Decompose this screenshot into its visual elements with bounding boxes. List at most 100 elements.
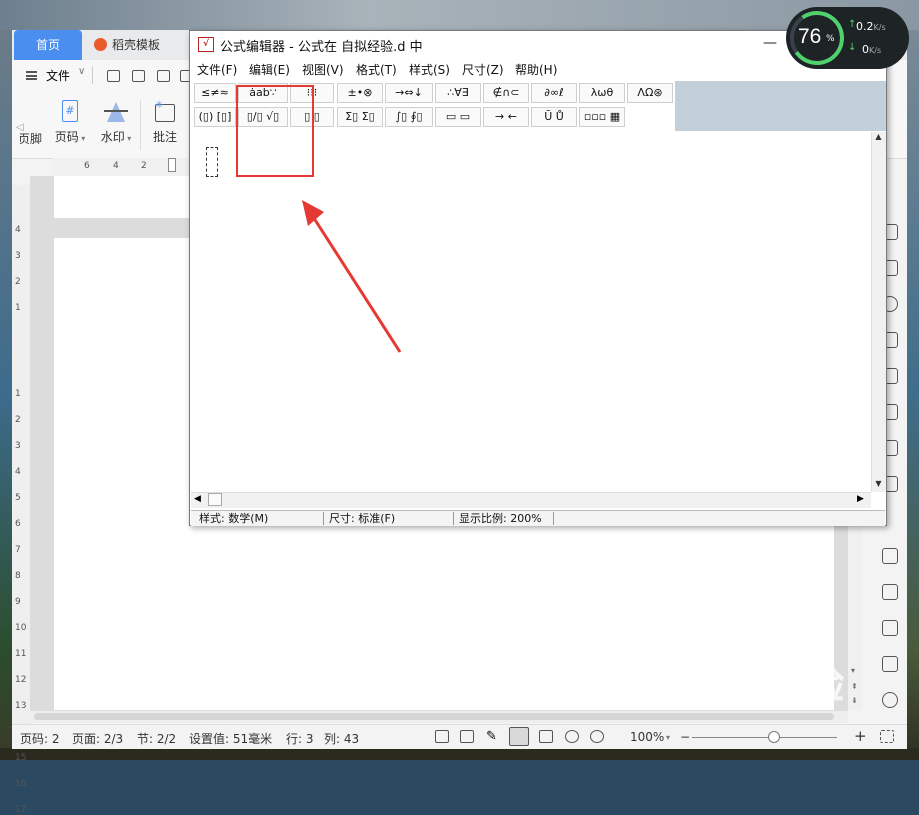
horizontal-scroll-thumb[interactable] <box>34 713 834 720</box>
ribbon-divider <box>140 100 141 150</box>
palette-fences[interactable]: (▯) [▯] <box>194 107 236 127</box>
ruler-tick: 3 <box>15 251 21 261</box>
file-menu[interactable]: 文件 <box>46 67 70 84</box>
ruler-tick: 11 <box>15 649 27 659</box>
scroll-right-icon[interactable]: ▶ <box>857 494 864 504</box>
zoom-dropdown-icon[interactable]: ▾ <box>666 733 670 742</box>
palette-greek-upper[interactable]: ΛΩ⊛ <box>627 83 673 103</box>
ruler-tick: 2 <box>141 161 147 171</box>
palette-summations[interactable]: Σ▯ Σ▯ <box>337 107 383 127</box>
zoom-slider-handle[interactable] <box>768 731 780 743</box>
eq-status-scale: 显示比例: 200% <box>453 512 554 525</box>
desktop-background-left <box>0 30 12 760</box>
ruler-tick: 15 <box>15 753 27 763</box>
eq-menu-file[interactable]: 文件(F) <box>197 61 237 78</box>
eq-menu-format[interactable]: 格式(T) <box>356 61 397 78</box>
palette-products-sets[interactable]: Ū Ů <box>531 107 577 127</box>
equation-input-slot[interactable] <box>206 147 218 177</box>
network-speed-widget[interactable]: 76 % ↑ 0.2K/s ↓ 0K/s <box>785 6 909 70</box>
download-arrow-icon: ↓ <box>848 42 857 53</box>
watermark-icon <box>104 100 128 126</box>
eq-menu-help[interactable]: 帮助(H) <box>515 61 557 78</box>
print-preview-icon[interactable] <box>157 70 170 82</box>
scroll-up-icon[interactable]: ▲ <box>872 132 885 146</box>
palette-arrows[interactable]: →⇔↓ <box>385 83 433 103</box>
zoom-slider[interactable] <box>692 737 837 738</box>
status-pages[interactable]: 页面: 2/3 <box>72 730 123 747</box>
read-mode-icon[interactable] <box>460 730 474 743</box>
palette-misc-symbols[interactable]: ∂∞ℓ <box>531 83 577 103</box>
palette-matrices[interactable]: ▫▫▫ ▦ <box>579 107 625 127</box>
status-section[interactable]: 节: 2/2 <box>137 730 176 747</box>
ruler-tick: 4 <box>113 161 119 171</box>
save-icon[interactable] <box>132 70 145 82</box>
eye-protection-icon[interactable] <box>590 730 604 743</box>
status-page-code[interactable]: 页码: 2 <box>20 730 60 747</box>
comment-button[interactable]: ✳ 批注 <box>148 100 182 145</box>
ruler-tick: 9 <box>15 597 21 607</box>
eq-menu-view[interactable]: 视图(V) <box>302 61 344 78</box>
watermark-button[interactable]: 水印 ▾ <box>96 100 136 145</box>
eq-status-style: 样式: 数学(M) <box>193 512 324 525</box>
zoom-level[interactable]: 100% <box>630 730 664 744</box>
outline-view-icon[interactable] <box>539 730 553 743</box>
ruler-tick: 16 <box>15 779 27 789</box>
scroll-down-icon[interactable]: ▾ <box>851 666 855 675</box>
fit-window-icon[interactable] <box>880 730 894 743</box>
palette-set-theory[interactable]: ∉∩⊂ <box>483 83 529 103</box>
desktop-background-top <box>0 0 919 30</box>
ruler-tick: 6 <box>84 161 90 171</box>
page-number-button[interactable]: # 页码 ▾ <box>50 100 90 145</box>
palette-labeled-arrows[interactable]: → ← <box>483 107 529 127</box>
scroll-down-icon[interactable]: ▼ <box>872 479 885 493</box>
palette-bars[interactable]: ▭ ▭ <box>435 107 481 127</box>
web-view-icon[interactable] <box>565 730 579 743</box>
equation-vertical-scrollbar[interactable] <box>871 132 886 492</box>
archive-icon[interactable] <box>882 620 898 636</box>
scroll-left-icon[interactable]: ◀ <box>194 494 201 504</box>
prev-page-icon[interactable]: ⇞ <box>851 682 858 691</box>
document-horizontal-scrollbar[interactable] <box>30 710 848 723</box>
menu-icon[interactable] <box>26 71 37 80</box>
status-row[interactable]: 行: 3 <box>286 730 314 747</box>
horizontal-scroll-thumb[interactable] <box>208 493 222 506</box>
equation-editing-area[interactable] <box>191 132 871 492</box>
equation-horizontal-scrollbar[interactable]: ◀ ▶ <box>191 492 871 508</box>
footer-button[interactable]: 页脚 <box>20 130 46 147</box>
tab-daoke-templates[interactable]: 稻壳模板 <box>86 30 192 60</box>
ruler-tick: 17 <box>15 805 27 815</box>
status-column[interactable]: 列: 43 <box>324 730 359 747</box>
next-page-icon[interactable]: ⇟ <box>851 696 858 705</box>
tab-home[interactable]: 首页 <box>14 30 82 60</box>
ruler-tick: 2 <box>15 277 21 287</box>
toolbar-divider <box>92 66 93 84</box>
zoom-out-icon[interactable]: − <box>680 730 690 744</box>
daoke-logo-icon <box>94 38 107 51</box>
export-icon[interactable] <box>882 548 898 564</box>
eq-menu-style[interactable]: 样式(S) <box>409 61 450 78</box>
open-folder-icon[interactable] <box>107 70 120 82</box>
equation-editor-menubar: 文件(F) 编辑(E) 视图(V) 格式(T) 样式(S) 尺寸(Z) 帮助(H… <box>190 59 886 79</box>
image-icon[interactable] <box>882 656 898 672</box>
shield-icon[interactable] <box>882 692 898 708</box>
page-view-icon[interactable] <box>509 727 529 746</box>
palette-greek-lower[interactable]: λωθ <box>579 83 625 103</box>
write-mode-icon[interactable]: ✎ <box>486 730 500 743</box>
zoom-in-icon[interactable]: + <box>854 727 867 745</box>
palette-logic[interactable]: ∴∀∃ <box>435 83 481 103</box>
upload-rate: 0.2K/s <box>856 20 886 33</box>
palette-relations[interactable]: ≤≠≈ <box>194 83 236 103</box>
palette-operators[interactable]: ±•⊗ <box>337 83 383 103</box>
fullscreen-icon[interactable] <box>435 730 449 743</box>
status-setting[interactable]: 设置值: 51毫米 <box>189 730 272 747</box>
equation-editor-titlebar[interactable]: √ 公式编辑器 - 公式在 自拟经验.d 中 — <box>190 31 886 59</box>
minimize-icon[interactable]: — <box>763 35 777 51</box>
eq-menu-size[interactable]: 尺寸(Z) <box>462 61 504 78</box>
palette-integrals[interactable]: ∫▯ ∮▯ <box>385 107 433 127</box>
ruler-tick: 7 <box>15 545 21 555</box>
ruler-tick: 6 <box>15 519 21 529</box>
indent-marker-handle[interactable] <box>168 158 176 172</box>
eq-menu-edit[interactable]: 编辑(E) <box>249 61 290 78</box>
translate-icon[interactable] <box>882 584 898 600</box>
desktop-background-bottom <box>0 748 919 760</box>
